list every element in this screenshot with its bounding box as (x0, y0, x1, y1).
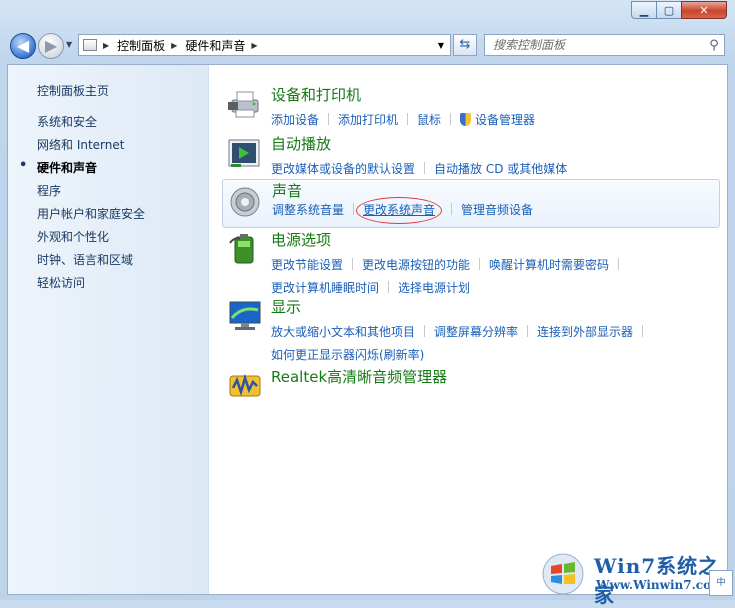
autoplay-icon (228, 139, 260, 167)
link-change-power-saving[interactable]: 更改节能设置 (271, 258, 343, 272)
link-autoplay-cd[interactable]: 自动播放 CD 或其他媒体 (434, 162, 567, 176)
link-adjust-resolution[interactable]: 调整屏幕分辨率 (434, 325, 518, 339)
battery-icon (229, 234, 254, 264)
link-fix-flicker[interactable]: 如何更正显示器闪烁(刷新率) (271, 348, 424, 362)
category-title[interactable]: 电源选项 (271, 229, 331, 250)
search-input[interactable] (485, 37, 704, 53)
sidebar-item-ease-of-access[interactable]: 轻松访问 (37, 274, 145, 297)
category-sound: 声音 调整系统音量 更改系统声音 管理音频设备 (222, 179, 720, 228)
sidebar-item-user-accounts[interactable]: 用户帐户和家庭安全 (37, 205, 145, 228)
forward-button[interactable]: ▶ (38, 33, 64, 59)
realtek-audio-icon (229, 373, 261, 397)
monitor-icon (229, 301, 261, 330)
sidebar-item-network-internet[interactable]: 网络和 Internet (37, 136, 145, 159)
category-title[interactable]: 声音 (272, 180, 302, 201)
chevron-right-icon[interactable]: ▶ (171, 41, 177, 50)
back-button[interactable]: ◀ (10, 33, 36, 59)
refresh-button[interactable]: ⇆ (453, 34, 477, 56)
explorer-window: ▁ ▢ ✕ ◀ ▶ ▼ ▶ 控制面板 ▶ 硬件和声音 ▶ ▼ ⇆ ⚲ 控制面板主… (0, 0, 735, 607)
category-realtek-audio: Realtek高清晰音频管理器 (222, 366, 718, 400)
link-change-system-sounds[interactable]: 更改系统声音 (356, 197, 443, 224)
category-title[interactable]: 设备和打印机 (271, 84, 361, 105)
sidebar-item-appearance[interactable]: 外观和个性化 (37, 228, 145, 251)
link-zoom-text[interactable]: 放大或缩小文本和其他项目 (271, 325, 415, 339)
search-box: ⚲ (484, 34, 725, 56)
minimize-button[interactable]: ▁ (631, 1, 657, 19)
link-mouse[interactable]: 鼠标 (417, 113, 441, 127)
watermark-url: Www.Winwin7.com (596, 578, 724, 592)
category-title[interactable]: 显示 (271, 296, 301, 317)
sidebar-item-clock-language[interactable]: 时钟、语言和区域 (37, 251, 145, 274)
category-display: 显示 放大或缩小文本和其他项目 调整屏幕分辨率 连接到外部显示器如何更正显示器闪烁(… (222, 296, 718, 362)
printer-icon (228, 91, 259, 118)
uac-shield-icon (460, 113, 472, 126)
category-links: 更改节能设置 更改电源按钮的功能 唤醒计算机时需要密码更改计算机睡眠时间 选择电源计划 (271, 254, 721, 300)
chevron-right-icon[interactable]: ▶ (251, 41, 257, 50)
site-watermark: Win7系统之家 Www.Winwin7.com 中 (538, 548, 735, 607)
sidebar-item-programs[interactable]: 程序 (37, 182, 145, 205)
category-power-options: 电源选项 更改节能设置 更改电源按钮的功能 唤醒计算机时需要密码更改计算机睡眠时间 选… (222, 229, 718, 295)
category-links: 添加设备 添加打印机 鼠标 设备管理器 (271, 109, 721, 132)
category-links: 更改媒体或设备的默认设置 自动播放 CD 或其他媒体 (271, 158, 721, 181)
link-manage-audio-devices[interactable]: 管理音频设备 (461, 203, 533, 217)
windows-logo-icon (542, 553, 584, 595)
address-bar[interactable]: ▶ 控制面板 ▶ 硬件和声音 ▶ ▼ (78, 34, 451, 56)
sidebar-category-list: 系统和安全 网络和 Internet 硬件和声音 程序 用户帐户和家庭安全 外观… (19, 113, 145, 297)
link-require-password-wake[interactable]: 唤醒计算机时需要密码 (489, 258, 609, 272)
sidebar: 控制面板主页 系统和安全 网络和 Internet 硬件和声音 程序 用户帐户和… (8, 65, 209, 594)
window-caption-buttons: ▁ ▢ ✕ (631, 1, 727, 19)
content-area: 控制面板主页 系统和安全 网络和 Internet 硬件和声音 程序 用户帐户和… (7, 64, 728, 595)
control-panel-icon (83, 39, 97, 51)
link-add-device[interactable]: 添加设备 (271, 113, 319, 127)
link-change-media-defaults[interactable]: 更改媒体或设备的默认设置 (271, 162, 415, 176)
sidebar-item-hardware-sound[interactable]: 硬件和声音 (19, 158, 145, 182)
sidebar-home-link[interactable]: 控制面板主页 (37, 82, 109, 99)
recent-pages-dropdown[interactable]: ▼ (66, 40, 72, 49)
speaker-icon (230, 187, 260, 217)
ime-indicator[interactable]: 中 (709, 570, 733, 596)
link-adjust-volume[interactable]: 调整系统音量 (272, 203, 344, 217)
link-device-manager[interactable]: 设备管理器 (475, 113, 535, 127)
maximize-button[interactable]: ▢ (656, 1, 682, 19)
link-add-printer[interactable]: 添加打印机 (338, 113, 398, 127)
close-button[interactable]: ✕ (681, 1, 727, 19)
search-icon[interactable]: ⚲ (704, 38, 724, 53)
sidebar-item-system-security[interactable]: 系统和安全 (37, 113, 145, 136)
breadcrumb-hardware-sound[interactable]: 硬件和声音 (185, 37, 245, 54)
link-choose-power-plan[interactable]: 选择电源计划 (398, 281, 470, 295)
category-devices-printers: 设备和打印机 添加设备 添加打印机 鼠标 设备管理器 (222, 84, 718, 127)
category-links: 放大或缩小文本和其他项目 调整屏幕分辨率 连接到外部显示器如何更正显示器闪烁(刷新率… (271, 321, 721, 367)
category-title[interactable]: 自动播放 (271, 133, 331, 154)
address-dropdown-icon[interactable]: ▼ (432, 41, 450, 50)
link-power-button-function[interactable]: 更改电源按钮的功能 (362, 258, 470, 272)
link-connect-external-display[interactable]: 连接到外部显示器 (537, 325, 633, 339)
link-change-sleep-time[interactable]: 更改计算机睡眠时间 (271, 281, 379, 295)
breadcrumb-control-panel[interactable]: 控制面板 (117, 37, 165, 54)
category-links: 调整系统音量 更改系统声音 管理音频设备 (272, 197, 722, 224)
category-title[interactable]: Realtek高清晰音频管理器 (271, 366, 447, 387)
category-autoplay: 自动播放 更改媒体或设备的默认设置 自动播放 CD 或其他媒体 (222, 133, 718, 176)
chevron-right-icon[interactable]: ▶ (103, 41, 109, 50)
